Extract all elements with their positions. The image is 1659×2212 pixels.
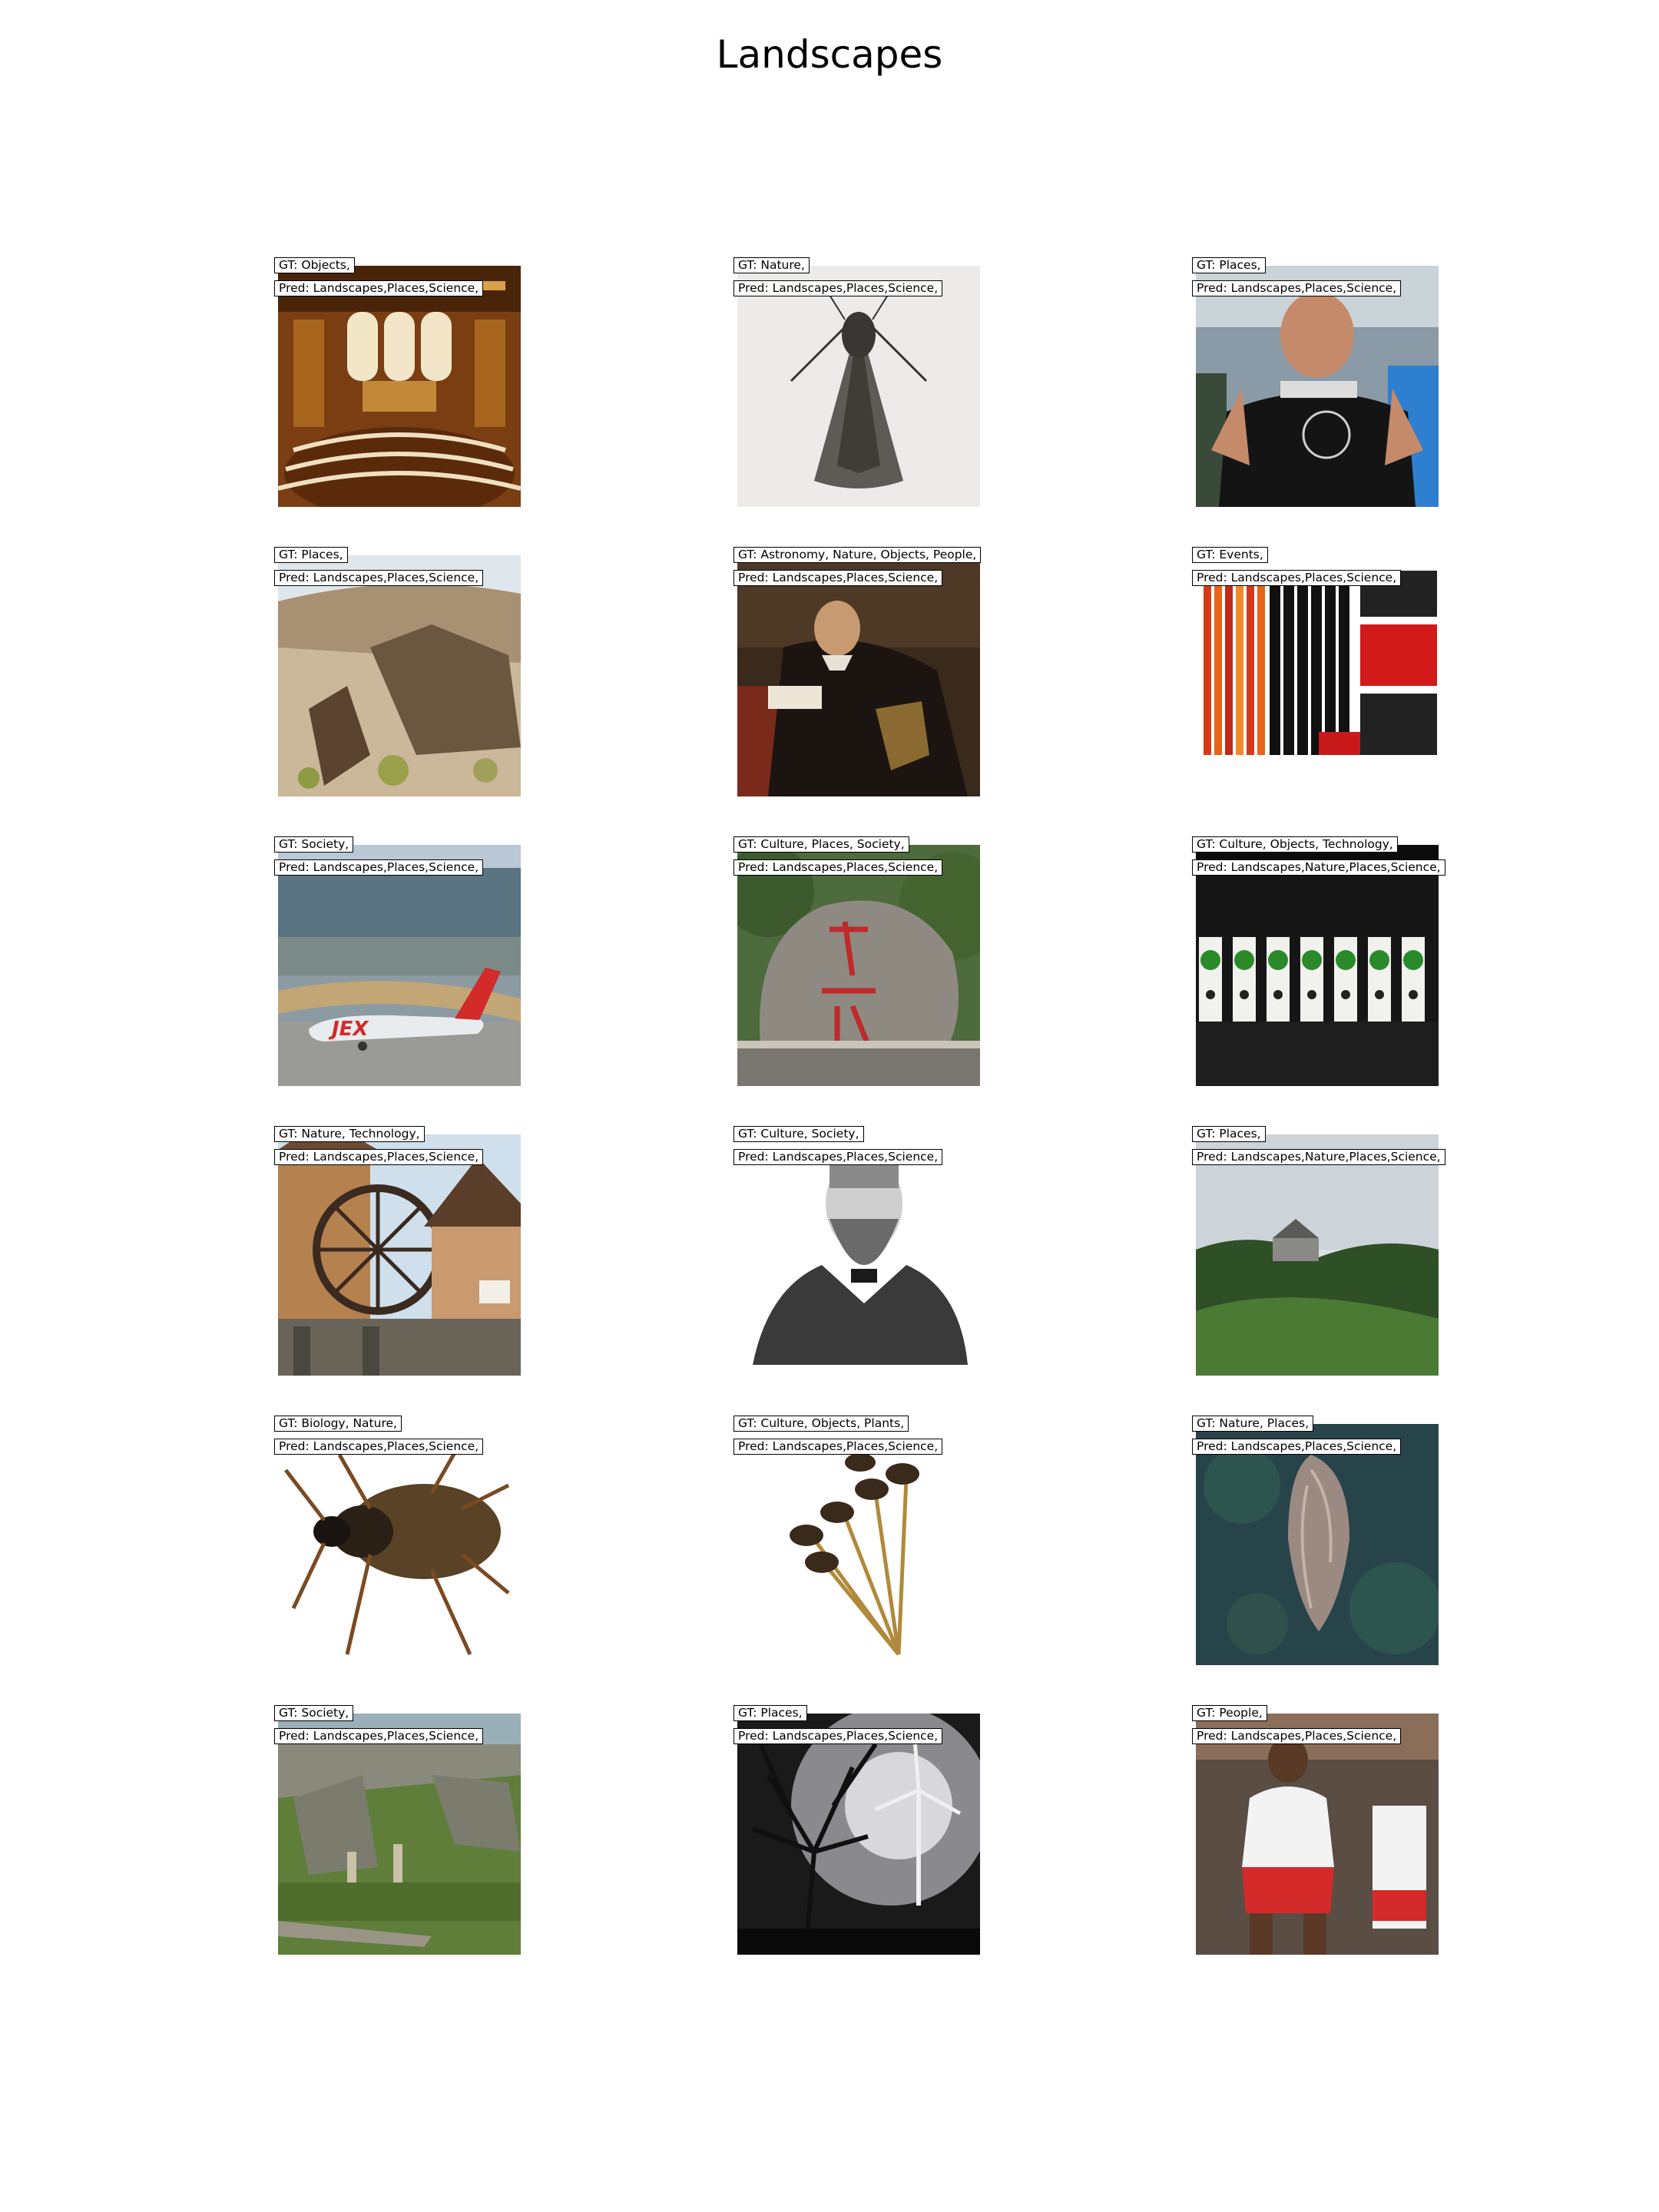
engraved-portrait (737, 1134, 980, 1376)
aerial-island-photo (1196, 1424, 1439, 1665)
rocky-desert-photo (278, 555, 521, 796)
prediction-label: Pred: Landscapes,Nature,Places,Science, (1192, 859, 1445, 876)
image-tile: GT: Nature, Technology, Pred: Landscapes… (274, 1126, 521, 1376)
image-tile: GT: Astronomy, Nature, Objects, People, … (733, 547, 982, 796)
prediction-label: Pred: Landscapes,Places,Science, (1192, 1439, 1402, 1455)
prediction-label: Pred: Landscapes,Places,Science, (1192, 570, 1402, 586)
svg-text:JEX: JEX (328, 1018, 369, 1041)
prediction-label: Pred: Landscapes,Places,Science, (733, 859, 943, 876)
prediction-label: Pred: Landscapes,Places,Science, (274, 570, 484, 586)
prediction-label: Pred: Landscapes,Places,Science, (733, 280, 943, 296)
prediction-label: Pred: Landscapes,Places,Science, (274, 859, 484, 876)
ground-truth-label: GT: Culture, Objects, Plants, (733, 1416, 909, 1432)
ground-truth-label: GT: Society, (274, 1705, 354, 1721)
carved-rock-photo (737, 845, 980, 1086)
stone-ruins-photo (278, 1714, 521, 1955)
prediction-label: Pred: Landscapes,Places,Science, (1192, 1728, 1402, 1744)
prediction-label: Pred: Landscapes,Places,Science, (733, 1728, 943, 1744)
image-tile: GT: Nature, Places, Pred: Landscapes,Pla… (1192, 1416, 1439, 1665)
image-tile: GT: Culture, Objects, Technology, Pred: … (1192, 836, 1445, 1086)
jet-airplane-photo: JEX (278, 845, 521, 1086)
image-tile: GT: Culture, Places, Society, Pred: Land… (733, 836, 980, 1086)
image-tile: GT: People, Pred: Landscapes,Places,Scie… (1192, 1705, 1439, 1955)
prediction-label: Pred: Landscapes,Places,Science, (274, 1728, 484, 1744)
image-tile: GT: Culture, Society, Pred: Landscapes,P… (733, 1126, 980, 1376)
wind-turbine-tree-photo (737, 1714, 980, 1955)
moth-photo (737, 266, 980, 507)
portrait-painting (737, 555, 980, 796)
volleyball-player-photo (1196, 1714, 1439, 1955)
image-tile: JEX GT: Society, Pred: Landscapes,Places… (274, 836, 521, 1086)
ground-truth-label: GT: Culture, Society, (733, 1126, 864, 1142)
image-tile: GT: Places, Pred: Landscapes,Places,Scie… (1192, 257, 1439, 507)
image-tile: GT: Places, Pred: Landscapes,Places,Scie… (733, 1705, 980, 1955)
water-wheel-photo (278, 1134, 521, 1376)
ground-truth-label: GT: Nature, Technology, (274, 1126, 425, 1142)
ground-truth-label: GT: Events, (1192, 547, 1268, 563)
ground-truth-label: GT: Places, (733, 1705, 807, 1721)
ground-truth-label: GT: Places, (1192, 257, 1266, 273)
image-tile: GT: Nature, Pred: Landscapes,Places,Scie… (733, 257, 980, 507)
prediction-label: Pred: Landscapes,Places,Science, (274, 1439, 484, 1455)
figure-title: Landscapes (716, 32, 943, 77)
beetle-photo (278, 1424, 521, 1665)
image-tile: GT: Objects, Pred: Landscapes,Places,Sci… (274, 257, 521, 507)
man-in-black-tshirt-photo (1196, 266, 1439, 507)
ground-truth-label: GT: Culture, Places, Society, (733, 836, 909, 853)
prediction-label: Pred: Landscapes,Places,Science, (274, 1149, 484, 1165)
ornate-hall-photo (278, 266, 521, 507)
prediction-label: Pred: Landscapes,Places,Science, (1192, 280, 1402, 296)
prediction-label: Pred: Landscapes,Nature,Places,Science, (1192, 1149, 1445, 1165)
ground-truth-label: GT: Society, (274, 836, 354, 853)
green-valley-photo (1196, 1134, 1439, 1376)
prediction-label: Pred: Landscapes,Places,Science, (733, 1149, 943, 1165)
prediction-label: Pred: Landscapes,Places,Science, (733, 570, 943, 586)
ground-truth-label: GT: Objects, (274, 257, 355, 273)
ground-truth-label: GT: People, (1192, 1705, 1267, 1721)
ground-truth-label: GT: Culture, Objects, Technology, (1192, 836, 1398, 853)
image-tile: GT: Society, Pred: Landscapes,Places,Sci… (274, 1705, 521, 1955)
ground-truth-label: GT: Nature, (733, 257, 810, 273)
wine-bottles-photo (1196, 845, 1439, 1086)
ground-truth-label: GT: Places, (1192, 1126, 1266, 1142)
ground-truth-label: GT: Astronomy, Nature, Objects, People, (733, 547, 982, 563)
prediction-label: Pred: Landscapes,Places,Science, (733, 1439, 943, 1455)
ground-truth-label: GT: Biology, Nature, (274, 1416, 402, 1432)
ground-truth-label: GT: Nature, Places, (1192, 1416, 1314, 1432)
image-tile: GT: Places, Pred: Landscapes,Nature,Plac… (1192, 1126, 1445, 1376)
seed-head-photo (737, 1424, 980, 1665)
ground-truth-label: GT: Places, (274, 547, 348, 563)
event-poster-text (1196, 555, 1439, 796)
image-tile: GT: Culture, Objects, Plants, Pred: Land… (733, 1416, 980, 1665)
prediction-label: Pred: Landscapes,Places,Science, (274, 280, 484, 296)
image-tile: GT: Biology, Nature, Pred: Landscapes,Pl… (274, 1416, 521, 1665)
image-tile: GT: Events, Pred: Landscapes,Places,Scie… (1192, 547, 1439, 796)
image-tile: GT: Places, Pred: Landscapes,Places,Scie… (274, 547, 521, 796)
